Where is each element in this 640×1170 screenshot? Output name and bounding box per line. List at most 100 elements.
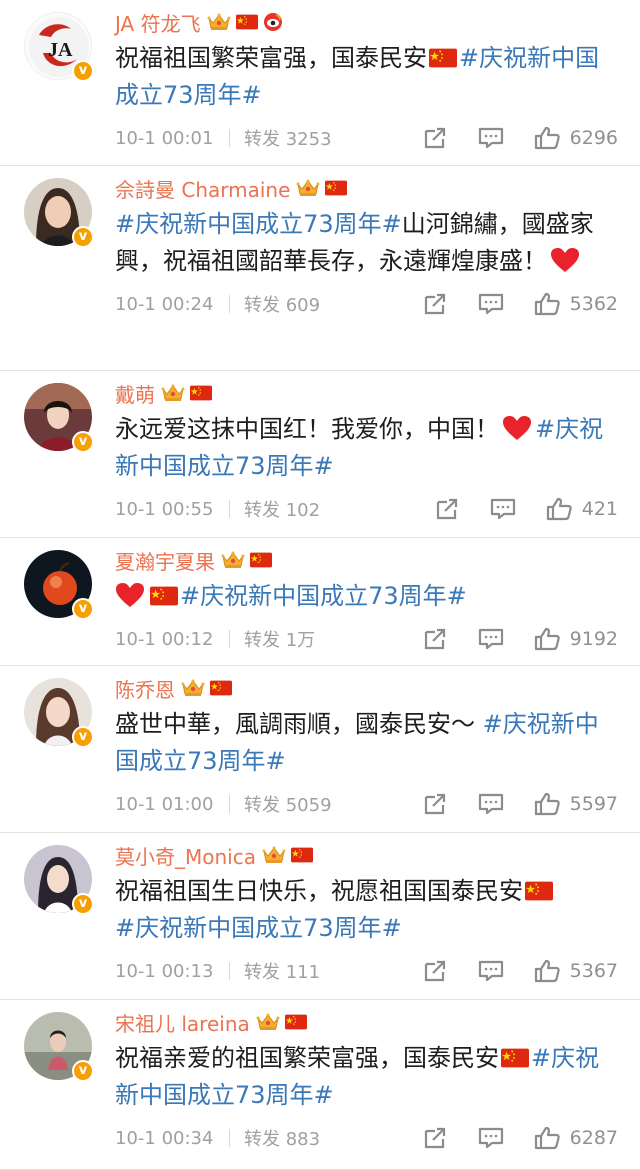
share-icon[interactable]	[422, 627, 448, 651]
divider	[229, 129, 230, 147]
crown-icon	[207, 12, 231, 32]
avatar[interactable]: v	[24, 550, 94, 620]
avatar[interactable]: v	[24, 845, 94, 915]
verified-badge-icon: v	[72, 1060, 94, 1082]
hashtag-link[interactable]: #庆祝新中国成立73周年#	[115, 914, 402, 942]
china-flag-icon	[150, 586, 178, 606]
comment-icon[interactable]	[478, 126, 504, 150]
comment-icon[interactable]	[490, 497, 516, 521]
comment-feed: JA v JA 符龙飞 祝福祖国繁荣富强，国泰民安 #庆祝新中国成立73周年# 1…	[0, 0, 640, 1170]
verified-badge-icon: v	[72, 598, 94, 620]
repost-count[interactable]: 转发 609	[244, 291, 320, 317]
repost-count[interactable]: 转发 883	[244, 1125, 320, 1151]
post-text: 永远爱这抹中国红！我爱你，中国！ #庆祝新中国成立73周年#	[115, 415, 604, 480]
like-button[interactable]: 6287	[534, 1126, 618, 1150]
share-icon[interactable]	[422, 792, 448, 816]
heart-icon	[550, 247, 580, 273]
repost-count[interactable]: 转发 1万	[244, 626, 315, 652]
china-flag-icon	[250, 552, 272, 568]
like-button[interactable]: 421	[546, 497, 618, 521]
china-flag-icon	[236, 14, 258, 30]
share-icon[interactable]	[422, 126, 448, 150]
post-footer: 10-1 00:12 转发 1万 9192	[115, 615, 618, 663]
verified-badge-icon: v	[72, 431, 94, 453]
like-count: 6287	[569, 1127, 618, 1149]
thumbs-up-icon	[534, 627, 560, 651]
crown-icon	[161, 383, 185, 403]
comment-icon[interactable]	[478, 792, 504, 816]
thumbs-up-icon	[534, 1126, 560, 1150]
svg-text:JA: JA	[48, 39, 73, 61]
crown-icon	[221, 550, 245, 570]
like-button[interactable]: 5362	[534, 292, 618, 316]
timestamp: 10-1 00:12	[115, 628, 214, 650]
like-count: 6296	[569, 127, 618, 149]
divider	[229, 795, 230, 813]
post-item: v 佘詩曼 Charmaine #庆祝新中国成立73周年#山河錦繡，國盛家興，祝…	[0, 166, 640, 371]
china-flag-icon	[190, 385, 212, 401]
china-flag-icon	[501, 1048, 529, 1068]
comment-icon[interactable]	[478, 959, 504, 983]
hashtag-link[interactable]: #庆祝新中国成立73周年#	[115, 210, 402, 238]
timestamp: 10-1 00:01	[115, 127, 214, 149]
share-icon[interactable]	[422, 292, 448, 316]
like-count: 5597	[569, 793, 618, 815]
username[interactable]: 莫小奇_Monica	[115, 841, 256, 870]
avatar[interactable]: v	[24, 678, 94, 748]
heart-icon	[502, 415, 532, 441]
like-count: 9192	[569, 628, 618, 650]
repost-count[interactable]: 转发 5059	[244, 791, 332, 817]
comment-icon[interactable]	[478, 627, 504, 651]
like-count: 5362	[569, 293, 618, 315]
comment-icon[interactable]	[478, 292, 504, 316]
post-item: v 戴萌 永远爱这抹中国红！我爱你，中国！ #庆祝新中国成立73周年# 10-1 …	[0, 371, 640, 538]
username[interactable]: 宋祖儿 lareina	[115, 1008, 250, 1037]
divider	[229, 630, 230, 648]
post-footer: 10-1 00:24 转发 609 5362	[115, 280, 618, 328]
avatar[interactable]: JA v	[24, 12, 94, 82]
like-button[interactable]: 6296	[534, 126, 618, 150]
post-text: 祝福祖国生日快乐，祝愿祖国国泰民安 #庆祝新中国成立73周年#	[115, 869, 618, 947]
username[interactable]: 戴萌	[115, 379, 155, 408]
post-text: 盛世中華，風調雨順，國泰民安～ #庆祝新中国成立73周年#	[115, 710, 599, 775]
share-icon[interactable]	[422, 959, 448, 983]
repost-count[interactable]: 转发 102	[244, 496, 320, 522]
timestamp: 10-1 00:24	[115, 293, 214, 315]
comment-icon[interactable]	[478, 1126, 504, 1150]
thumbs-up-icon	[534, 959, 560, 983]
username[interactable]: 夏瀚宇夏果	[115, 546, 215, 575]
avatar[interactable]: v	[24, 383, 94, 453]
timestamp: 10-1 00:13	[115, 960, 214, 982]
china-flag-icon	[285, 1014, 307, 1030]
divider	[229, 1129, 230, 1147]
avatar[interactable]: v	[24, 1012, 94, 1082]
hashtag-link[interactable]: #庆祝新中国成立73周年#	[180, 582, 467, 610]
post-text: 祝福祖国繁荣富强，国泰民安 #庆祝新中国成立73周年#	[115, 44, 600, 109]
like-button[interactable]: 5597	[534, 792, 618, 816]
crown-icon	[296, 178, 320, 198]
username[interactable]: 佘詩曼 Charmaine	[115, 174, 290, 203]
post-item: JA v JA 符龙飞 祝福祖国繁荣富强，国泰民安 #庆祝新中国成立73周年# 1…	[0, 0, 640, 166]
crown-icon	[262, 845, 286, 865]
post-item: v 莫小奇_Monica 祝福祖国生日快乐，祝愿祖国国泰民安 #庆祝新中国成立73…	[0, 833, 640, 1000]
post-footer: 10-1 00:34 转发 883 6287	[115, 1114, 618, 1162]
thumbs-up-icon	[534, 792, 560, 816]
verified-badge-icon: v	[72, 226, 94, 248]
avatar[interactable]: v	[24, 178, 94, 248]
repost-count[interactable]: 转发 111	[244, 958, 320, 984]
share-icon[interactable]	[434, 497, 460, 521]
post-text: 祝福亲爱的祖国繁荣富强，国泰民安 #庆祝新中国成立73周年#	[115, 1044, 600, 1109]
username[interactable]: 陈乔恩	[115, 674, 175, 703]
repost-count[interactable]: 转发 3253	[244, 125, 332, 151]
post-item: v 夏瀚宇夏果 #庆祝新中国成立73周年# 10-1 00:12 转发 1万 9…	[0, 538, 640, 666]
post-footer: 10-1 00:13 转发 111 5367	[115, 947, 618, 995]
post-footer: 10-1 01:00 转发 5059 5597	[115, 780, 618, 828]
timestamp: 10-1 00:34	[115, 1127, 214, 1149]
post-item: v 宋祖儿 lareina 祝福亲爱的祖国繁荣富强，国泰民安 #庆祝新中国成立73…	[0, 1000, 640, 1170]
username[interactable]: JA 符龙飞	[115, 8, 201, 37]
like-button[interactable]: 9192	[534, 627, 618, 651]
thumbs-up-icon	[534, 126, 560, 150]
china-flag-icon	[325, 180, 347, 196]
share-icon[interactable]	[422, 1126, 448, 1150]
like-button[interactable]: 5367	[534, 959, 618, 983]
